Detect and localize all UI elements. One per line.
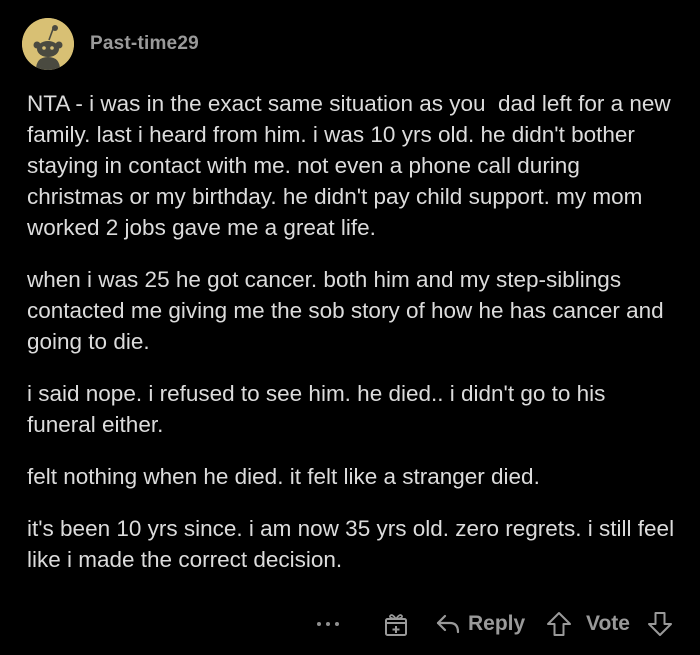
vote-score: Vote (580, 609, 630, 639)
comment-header: Past-time29 (22, 16, 199, 72)
upvote-button[interactable] (545, 610, 573, 638)
comment-paragraph: felt nothing when he died. it felt like … (27, 464, 540, 489)
reply-button[interactable]: Reply (435, 609, 525, 639)
comment-actions-bar: Reply Vote (0, 605, 700, 647)
comment-paragraph: i said nope. i refused to see him. he di… (27, 381, 612, 437)
vote-label: Vote (586, 612, 630, 635)
comment-paragraph: when i was 25 he got cancer. both him an… (27, 267, 670, 354)
username[interactable]: Past-time29 (90, 33, 199, 55)
award-button[interactable] (382, 610, 410, 638)
downvote-arrow-icon (648, 612, 672, 636)
downvote-button[interactable] (646, 610, 674, 638)
avatar[interactable] (22, 18, 74, 70)
comment-body: NTA - i was in the exact same situation … (27, 88, 677, 596)
snoo-avatar-icon (22, 18, 74, 70)
more-dots-icon (317, 622, 339, 626)
comment-paragraph: it's been 10 yrs since. i am now 35 yrs … (27, 516, 681, 572)
reply-arrow-icon (436, 614, 460, 634)
more-options-button[interactable] (311, 609, 345, 639)
upvote-arrow-icon (547, 612, 571, 636)
gift-award-icon (385, 614, 407, 636)
reply-label: Reply (468, 612, 526, 635)
comment-card: Past-time29 NTA - i was in the exact sam… (0, 0, 700, 655)
comment-paragraph: NTA - i was in the exact same situation … (27, 91, 677, 240)
